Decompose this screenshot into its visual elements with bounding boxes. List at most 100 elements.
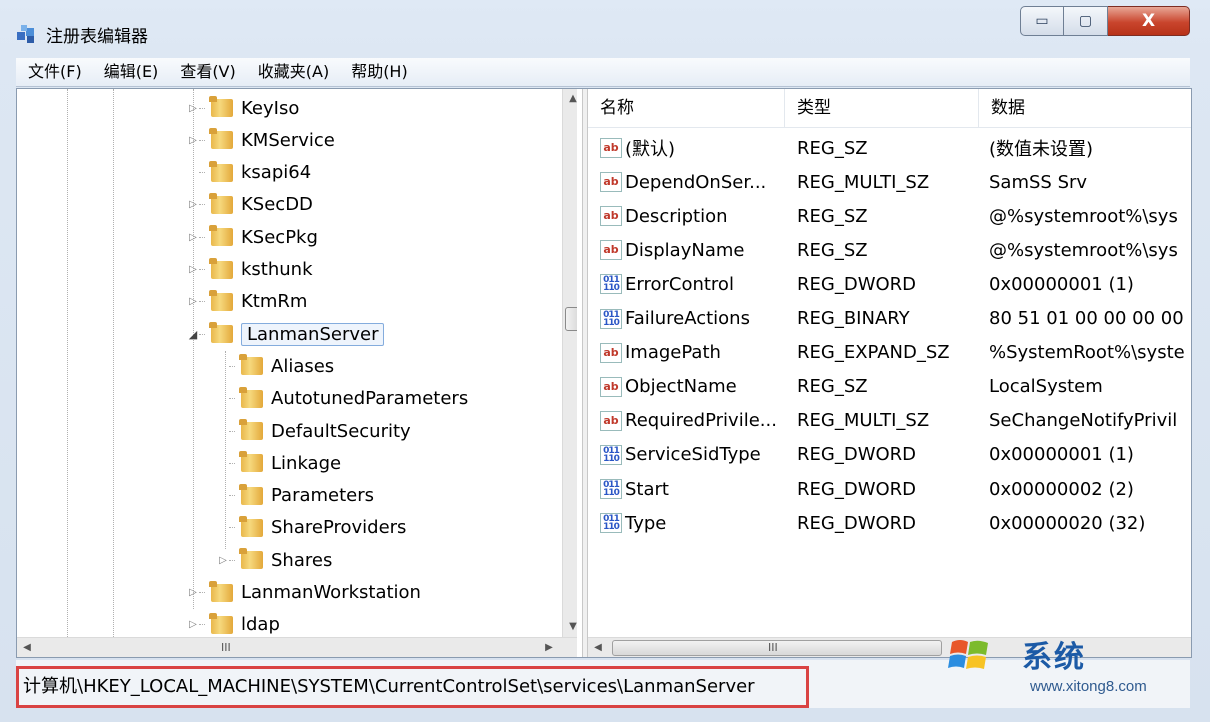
folder-icon <box>239 515 263 537</box>
list-row[interactable]: ab Description REG_SZ @%systemroot%\sys <box>588 199 1191 233</box>
tree-horizontal-scrollbar[interactable]: ◀ III ▶ <box>17 637 577 657</box>
value-name: Description <box>625 205 728 227</box>
tree-item[interactable]: ▷ ldap <box>187 610 280 640</box>
column-header-name[interactable]: 名称 <box>588 89 785 127</box>
tree-item-label[interactable]: KeyIso <box>241 98 299 119</box>
expand-icon[interactable]: ▷ <box>217 554 229 566</box>
tree-item-label[interactable]: KSecDD <box>241 194 313 215</box>
tree-item-label[interactable]: DefaultSecurity <box>271 421 411 442</box>
tree-item-label[interactable]: Linkage <box>271 453 341 474</box>
tree-item-label[interactable]: ksthunk <box>241 259 313 280</box>
tree-item[interactable]: ▷ ksthunk <box>187 255 313 285</box>
tree-connector <box>199 172 205 174</box>
column-header-data[interactable]: 数据 <box>979 89 1191 127</box>
list-row[interactable]: ab DisplayName REG_SZ @%systemroot%\sys <box>588 233 1191 267</box>
tree-item[interactable]: ▷ KSecPkg <box>187 222 318 252</box>
scroll-right-icon[interactable]: ▶ <box>539 638 559 657</box>
tree-item[interactable]: ▷ KeyIso <box>187 93 299 123</box>
list-row[interactable]: ab RequiredPrivile... REG_MULTI_SZ SeChange… <box>588 404 1191 438</box>
menu-favorites[interactable]: 收藏夹(A) <box>246 58 339 86</box>
expand-icon[interactable]: ▷ <box>187 587 199 599</box>
close-button[interactable]: X <box>1108 6 1190 36</box>
tree-item[interactable]: ShareProviders <box>217 513 406 543</box>
list-row[interactable]: 011 110 ErrorControl REG_DWORD 0x00000001 (… <box>588 267 1191 301</box>
folder-icon <box>239 451 263 473</box>
string-value-icon: ab <box>600 206 622 227</box>
tree-item-label[interactable]: Aliases <box>271 356 334 377</box>
expand-icon[interactable]: ▷ <box>187 199 199 211</box>
tree-item-label[interactable]: KMService <box>241 130 335 151</box>
value-name-cell: 011 110 Type <box>588 513 795 534</box>
expand-icon[interactable]: ▷ <box>187 264 199 276</box>
value-type: REG_SZ <box>797 137 868 159</box>
list-row[interactable]: 011 110 Start REG_DWORD 0x00000002 (2) <box>588 472 1191 506</box>
caption-buttons: ▭ ▢ X <box>1020 6 1190 38</box>
string-value-icon: ab <box>600 138 622 158</box>
tree-vertical-scrollbar[interactable]: ▲ ▼ <box>562 89 577 637</box>
scroll-grip[interactable]: III <box>221 638 231 657</box>
list-row[interactable]: ab (默认) REG_SZ (数值未设置) <box>588 131 1191 165</box>
value-list[interactable]: 名称 类型 数据 ab (默认) REG_SZ (数值未设置) ab DependOnSe… <box>588 89 1191 657</box>
value-name-cell: 011 110 Start <box>588 479 795 500</box>
expand-icon[interactable]: ▷ <box>187 231 199 243</box>
expand-icon[interactable]: ▷ <box>187 102 199 114</box>
tree-item[interactable]: ▷ LanmanWorkstation <box>187 578 421 608</box>
key-tree[interactable]: ▷ KeyIso ▷ KMService ksapi64 ▷ KSecDD ▷ KSecPkg ▷… <box>17 89 577 657</box>
tree-item[interactable]: DefaultSecurity <box>217 416 411 446</box>
scroll-grip[interactable]: III <box>768 638 778 657</box>
string-value-icon: ab <box>600 342 622 363</box>
menu-help[interactable]: 帮助(H) <box>339 58 418 86</box>
scroll-thumb[interactable] <box>565 307 577 331</box>
scroll-up-icon[interactable]: ▲ <box>563 89 577 109</box>
tree-item[interactable]: ▷ KSecDD <box>187 190 313 220</box>
tree-item[interactable]: ▷ KMService <box>187 125 335 155</box>
list-row[interactable]: 011 110 ServiceSidType REG_DWORD 0x00000001… <box>588 438 1191 472</box>
tree-item-label[interactable]: LanmanWorkstation <box>241 582 421 603</box>
tree-item[interactable]: Linkage <box>217 448 341 478</box>
tree-item-label[interactable]: KSecPkg <box>241 227 318 248</box>
tree-item[interactable]: ksapi64 <box>187 158 311 188</box>
value-name-cell: ab DisplayName <box>588 240 795 261</box>
tree-item-label[interactable]: ldap <box>241 614 280 635</box>
tree-connector <box>229 430 235 432</box>
minimize-button[interactable]: ▭ <box>1020 6 1064 36</box>
menu-view[interactable]: 查看(V) <box>168 58 245 86</box>
list-row[interactable]: ab DependOnSer... REG_MULTI_SZ SamSS Srv <box>588 165 1191 199</box>
scroll-left-icon[interactable]: ◀ <box>17 638 37 657</box>
tree-item[interactable]: ▷ Shares <box>217 545 332 575</box>
tree-item[interactable]: ▷ KtmRm <box>187 287 307 317</box>
tree-item-label[interactable]: Parameters <box>271 485 374 506</box>
tree-connector <box>229 527 235 529</box>
tree-item-label[interactable]: Shares <box>271 550 332 571</box>
scroll-left-icon[interactable]: ◀ <box>588 638 608 657</box>
menu-edit[interactable]: 编辑(E) <box>92 58 169 86</box>
tree-item-label[interactable]: LanmanServer <box>241 322 385 346</box>
tree-item-label[interactable]: KtmRm <box>241 291 307 312</box>
collapse-icon[interactable]: ◢ <box>187 328 199 341</box>
tree-item-label[interactable]: ShareProviders <box>271 517 406 538</box>
list-row[interactable]: ab ImagePath REG_EXPAND_SZ %SystemRoot%\sys… <box>588 336 1191 370</box>
tree-item-label[interactable]: AutotunedParameters <box>271 388 468 409</box>
expand-icon[interactable]: ▷ <box>187 619 199 631</box>
expand-icon[interactable]: ▷ <box>187 296 199 308</box>
list-row[interactable]: ab ObjectName REG_SZ LocalSystem <box>588 370 1191 404</box>
tree-item[interactable]: Aliases <box>217 351 334 381</box>
tree-item[interactable]: AutotunedParameters <box>217 384 468 414</box>
menu-file[interactable]: 文件(F) <box>16 58 92 86</box>
window-title: 注册表编辑器 <box>46 27 148 47</box>
tree-item-label[interactable]: ksapi64 <box>241 162 311 183</box>
folder-icon <box>239 419 263 440</box>
tree-item[interactable]: Parameters <box>217 481 374 511</box>
list-row[interactable]: 011 110 FailureActions REG_BINARY 80 51 01 … <box>588 302 1191 336</box>
maximize-button[interactable]: ▢ <box>1064 6 1108 36</box>
value-data: 0x00000001 (1) <box>989 273 1134 295</box>
folder-icon <box>239 548 263 570</box>
list-row[interactable]: 011 110 Type REG_DWORD 0x00000020 (32) <box>588 506 1191 540</box>
tree-item[interactable]: ◢ LanmanServer <box>187 319 385 349</box>
expand-icon[interactable]: ▷ <box>187 134 199 146</box>
value-data: (数值未设置) <box>989 139 1094 160</box>
title-bar[interactable]: 注册表编辑器 ▭ ▢ X <box>0 0 1210 58</box>
column-header-type[interactable]: 类型 <box>785 89 979 127</box>
scroll-down-icon[interactable]: ▼ <box>563 617 577 637</box>
value-name-cell: 011 110 ServiceSidType <box>588 444 795 465</box>
